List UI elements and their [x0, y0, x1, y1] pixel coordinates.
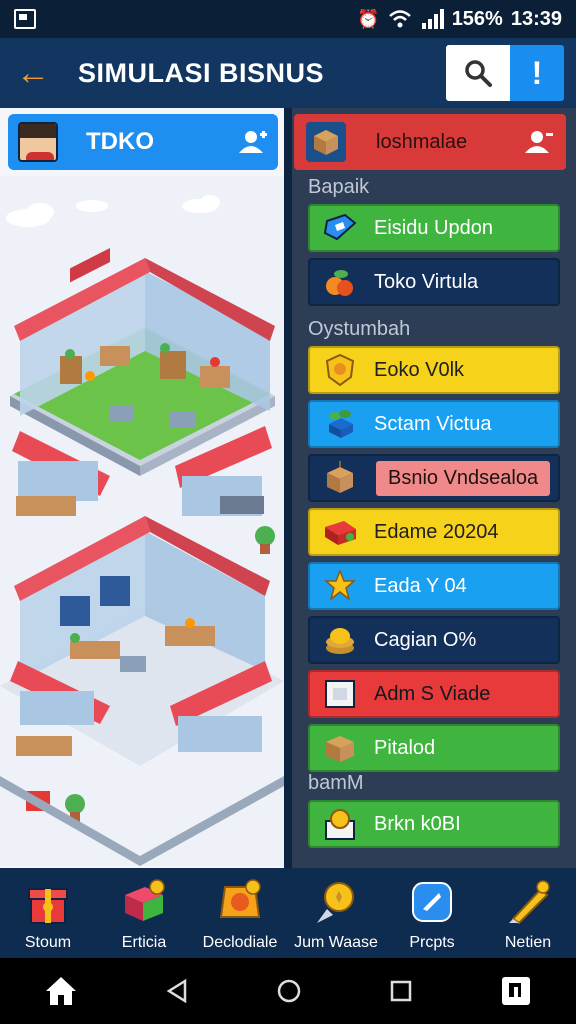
- coin-pin-icon: [310, 876, 362, 928]
- package-icon: [320, 729, 360, 767]
- actions-header-title: loshmalae: [376, 130, 468, 153]
- action-button-pitalod[interactable]: Pitalod: [308, 724, 560, 772]
- action-button-adm-s-viade[interactable]: Adm S Viade: [308, 670, 560, 718]
- section-label-bamm: bamM: [308, 772, 364, 794]
- actions-panel: loshmalae Bapaik Eisidu Updon Toko Virtu…: [292, 108, 576, 868]
- blue-shield-icon: [406, 876, 458, 928]
- action-label: Eoko V0lk: [374, 358, 465, 381]
- store-view-panel: TDKO: [0, 108, 288, 868]
- store-header[interactable]: TDKO: [8, 114, 278, 170]
- nav-item-prcpts[interactable]: Prcpts: [384, 868, 480, 958]
- coin-stack-icon: [320, 621, 360, 659]
- action-label: Eada Y 04: [374, 574, 467, 597]
- cash-register-icon: [320, 513, 360, 551]
- avatar: [18, 122, 58, 162]
- section-label-bapaik: Bapaik: [308, 176, 370, 198]
- action-label: Adm S Viade: [374, 682, 491, 705]
- home-icon[interactable]: [44, 975, 78, 1007]
- exclamation-icon: !: [531, 54, 543, 91]
- star-figure-icon: [320, 567, 360, 605]
- medal-icon: [320, 351, 360, 389]
- pencil-icon: [502, 876, 554, 928]
- app-root: ⏰ 156% 13:39 ← SIMULASI BISNUS ! TDKO lo…: [0, 0, 576, 1024]
- notification-icon: [14, 9, 36, 29]
- nav-label: Jum Waase: [294, 934, 378, 951]
- white-box-icon: [320, 675, 360, 713]
- isometric-store-scene[interactable]: [0, 176, 284, 866]
- badge-icon: [214, 876, 266, 928]
- action-button-bsnio-vndsealoa[interactable]: Bsnio Vndsealoa: [308, 454, 560, 502]
- action-button-brkn-k0bi[interactable]: Brkn k0BI: [308, 800, 560, 848]
- action-label: Brkn k0BI: [374, 812, 461, 835]
- nav-item-stoum[interactable]: Stoum: [0, 868, 96, 958]
- nav-item-netien[interactable]: Netien: [480, 868, 576, 958]
- plant-box-icon: [320, 405, 360, 443]
- clock: 13:39: [510, 7, 562, 30]
- nav-item-declodiale[interactable]: Declodiale: [192, 868, 288, 958]
- recents-square-icon[interactable]: [389, 979, 413, 1003]
- battery-level: 156%: [451, 7, 503, 30]
- action-label: Edame 20204: [374, 520, 499, 543]
- status-bar-right: ⏰ 156% 13:39: [357, 8, 562, 31]
- action-button-toko-virtula[interactable]: Toko Virtula: [308, 258, 560, 306]
- crate-icon: [320, 459, 360, 497]
- action-button-sctam-victua[interactable]: Sctam Victua: [308, 400, 560, 448]
- action-button-cagian[interactable]: Cagian O%: [308, 616, 560, 664]
- box-icon: [306, 122, 346, 162]
- app-bar: ← SIMULASI BISNUS !: [0, 38, 576, 108]
- back-arrow-icon[interactable]: ←: [16, 54, 60, 93]
- home-circle-icon[interactable]: [276, 978, 302, 1004]
- action-label: Cagian O%: [374, 628, 477, 651]
- gift-box-icon: [22, 876, 74, 928]
- bottom-nav: Stoum Erticia Declodiale Jum Waase Prcpt…: [0, 868, 576, 958]
- action-button-edame-20204[interactable]: Edame 20204: [308, 508, 560, 556]
- section-label-oystumbah: Oystumbah: [308, 318, 411, 340]
- search-button[interactable]: [446, 45, 510, 101]
- fruit-icon: [320, 263, 360, 301]
- page-title: SIMULASI BISNUS: [78, 57, 325, 88]
- signal-icon: [421, 9, 444, 29]
- action-label: Eisidu Updon: [374, 216, 493, 239]
- store-name: TDKO: [86, 128, 154, 155]
- nav-label: Prcpts: [409, 934, 455, 951]
- chest-icon: [118, 876, 170, 928]
- nav-label: Stoum: [24, 934, 72, 951]
- user-icon[interactable]: [238, 129, 268, 155]
- back-triangle-icon[interactable]: [165, 978, 189, 1004]
- status-bar: ⏰ 156% 13:39: [0, 0, 576, 38]
- nav-label: Erticia: [121, 934, 167, 951]
- alarm-icon: ⏰: [357, 8, 380, 29]
- action-button-eisidu-updon[interactable]: Eisidu Updon: [308, 204, 560, 252]
- action-label: Toko Virtula: [374, 270, 479, 293]
- action-label: Pitalod: [374, 736, 436, 759]
- nav-label: Netien: [504, 934, 552, 951]
- action-button-eoko-volk[interactable]: Eoko V0lk: [308, 346, 560, 394]
- nav-item-jum-waase[interactable]: Jum Waase: [288, 868, 384, 958]
- nav-label: Declodiale: [202, 934, 278, 951]
- actions-header[interactable]: loshmalae: [294, 114, 566, 170]
- shield-blue-icon: [320, 209, 360, 247]
- search-icon: [465, 60, 492, 87]
- action-label: Bsnio Vndsealoa: [376, 460, 551, 496]
- action-button-eada-y04[interactable]: Eada Y 04: [308, 562, 560, 610]
- coin-envelope-icon: [320, 805, 360, 843]
- nav-item-erticia[interactable]: Erticia: [96, 868, 192, 958]
- system-nav-bar: [0, 958, 576, 1024]
- wifi-icon: [388, 10, 411, 28]
- screenshot-icon[interactable]: [500, 975, 532, 1007]
- info-button[interactable]: !: [510, 45, 564, 101]
- action-label: Sctam Victua: [374, 412, 492, 435]
- user-add-icon[interactable]: [524, 129, 554, 155]
